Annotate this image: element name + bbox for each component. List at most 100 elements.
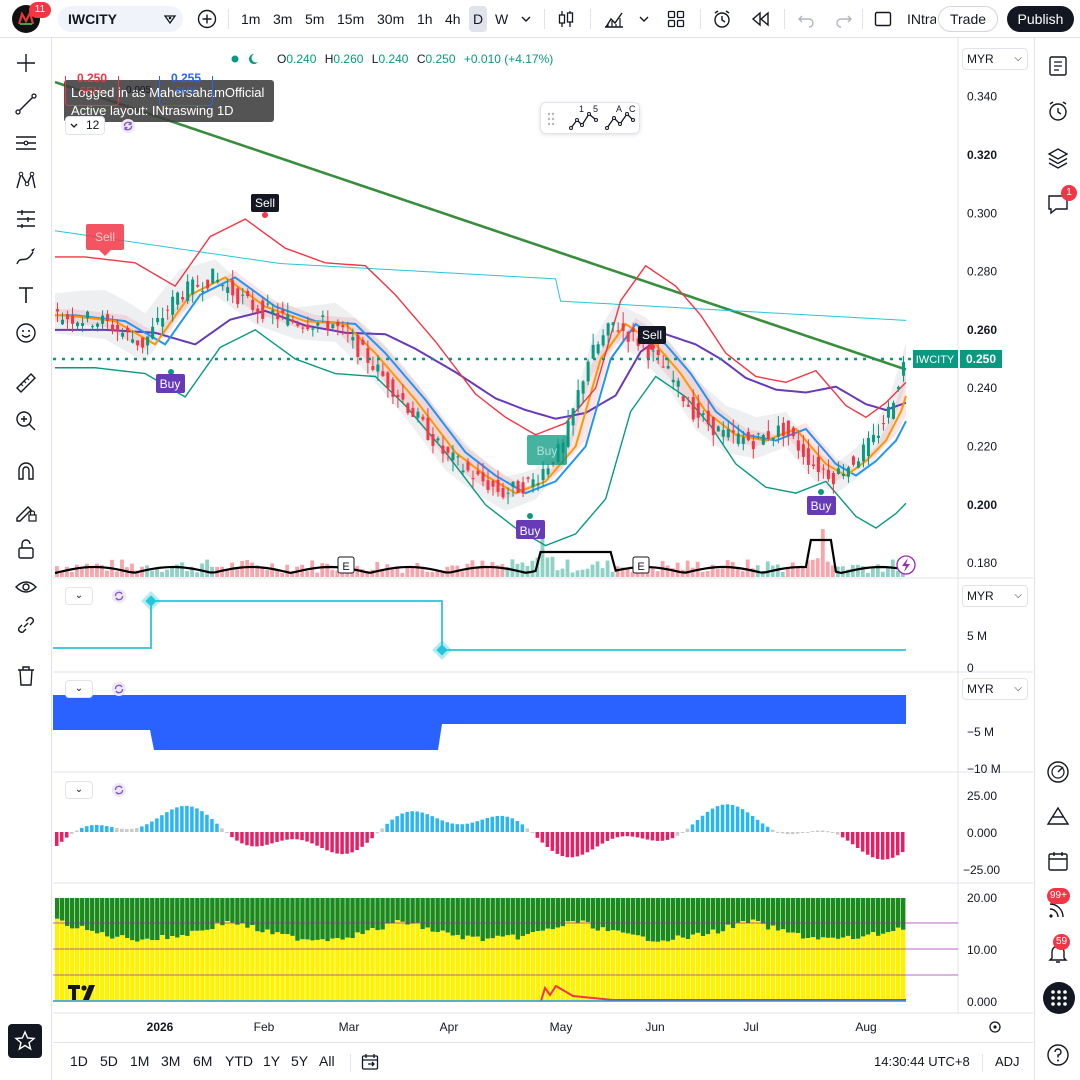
interval-counter[interactable]: 12: [65, 116, 105, 135]
layout-name[interactable]: INtra: [904, 6, 936, 32]
interval-1h[interactable]: 1h: [414, 6, 436, 32]
candle-body: [646, 347, 650, 359]
signal-buy-label: Buy: [160, 377, 181, 391]
horizontal-lines-tool[interactable]: [13, 130, 39, 156]
help-button[interactable]: [1045, 1042, 1071, 1068]
profile-bar-green: [805, 898, 811, 939]
chevron-down-icon[interactable]: [638, 13, 650, 25]
earnings-marker-2[interactable]: E: [632, 556, 650, 574]
apps-button[interactable]: [1043, 982, 1075, 1014]
interval-1m[interactable]: 1m: [238, 6, 263, 32]
pattern-tool[interactable]: [13, 168, 39, 194]
sell-button[interactable]: 0.250 SELL: [65, 72, 119, 106]
interval-d[interactable]: D: [469, 6, 487, 32]
compare-arrows-icon[interactable]: [162, 11, 178, 27]
interval-w[interactable]: W: [492, 6, 511, 32]
technicals-button[interactable]: [1045, 759, 1071, 785]
earnings-label: E: [342, 561, 349, 573]
loop-icon[interactable]: [120, 118, 136, 134]
pane3-collapse-button[interactable]: ⌄: [65, 680, 93, 698]
redo-button[interactable]: [832, 7, 856, 31]
brush-tool[interactable]: [13, 244, 39, 270]
pane2-collapse-button[interactable]: ⌄: [65, 587, 93, 605]
drag-handle-icon[interactable]: [547, 111, 555, 127]
add-symbol-button[interactable]: [195, 7, 219, 31]
stay-drawing-tool[interactable]: [13, 498, 39, 524]
currency-select-pane2[interactable]: MYR ⌵: [962, 585, 1028, 607]
loop-icon[interactable]: [111, 588, 127, 604]
chevron-down-icon[interactable]: [520, 13, 532, 25]
magnet-tool[interactable]: [13, 459, 39, 485]
clock[interactable]: 14:30:44 UTC+8: [874, 1054, 970, 1069]
candle-body: [86, 311, 90, 319]
calendar-button[interactable]: [1045, 848, 1071, 874]
flash-marker[interactable]: [896, 555, 916, 575]
lock-drawings-tool[interactable]: [13, 536, 39, 562]
earnings-marker-1[interactable]: E: [337, 556, 355, 574]
symbol-search[interactable]: IWCITY: [58, 6, 183, 32]
trade-button[interactable]: Trade: [938, 6, 998, 32]
interval-3m[interactable]: 3m: [270, 6, 295, 32]
elliott-wave-widget[interactable]: 1 5 A C: [540, 102, 640, 134]
profile-bar-green: [175, 898, 180, 938]
volume-bar: [460, 571, 465, 577]
histogram-bar: [860, 832, 865, 852]
loop-icon[interactable]: [111, 782, 127, 798]
range-1d[interactable]: 1D: [70, 1053, 88, 1069]
currency-select-pane3[interactable]: MYR ⌵: [962, 678, 1028, 700]
goto-date-icon[interactable]: [360, 1052, 380, 1072]
hide-drawings-tool[interactable]: [13, 574, 39, 600]
fullscreen-button[interactable]: [871, 7, 895, 31]
remove-drawings-tool[interactable]: [13, 663, 39, 689]
adjust-button[interactable]: ADJ: [995, 1054, 1020, 1069]
pane4-collapse-button[interactable]: ⌄: [65, 781, 93, 799]
zoom-tool[interactable]: [13, 408, 39, 434]
range-5y[interactable]: 5Y: [291, 1053, 308, 1069]
crosshair-tool[interactable]: [13, 50, 39, 76]
range-ytd[interactable]: YTD: [225, 1053, 253, 1069]
buy-button[interactable]: 0.255 BUY: [159, 72, 213, 106]
interval-5m[interactable]: 5m: [302, 6, 327, 32]
replay-button[interactable]: [748, 7, 772, 31]
measure-tool[interactable]: [13, 370, 39, 396]
favorites-button[interactable]: [8, 1024, 42, 1058]
loop-icon[interactable]: [111, 681, 127, 697]
candle-body: [316, 322, 320, 326]
volume-bar: [325, 563, 330, 577]
histogram-bar: [90, 825, 94, 832]
time-axis-settings[interactable]: [989, 1021, 1001, 1033]
chart-area[interactable]: Sell Sell Sell Buy Buy Buy Buy E E 0.340…: [53, 38, 1033, 1042]
range-1m[interactable]: 1M: [130, 1053, 149, 1069]
interval-15m[interactable]: 15m: [334, 6, 367, 32]
profile-bar-yellow: [690, 934, 696, 1001]
ideas-button[interactable]: [1045, 804, 1071, 830]
time-axis[interactable]: 2026 Feb Mar Apr May Jun Jul Aug: [147, 1020, 877, 1034]
interval-4h[interactable]: 4h: [442, 6, 464, 32]
forecasting-tool[interactable]: [13, 206, 39, 232]
undo-button[interactable]: [794, 7, 818, 31]
range-3m[interactable]: 3M: [161, 1053, 180, 1069]
alerts-panel-button[interactable]: [1045, 98, 1071, 124]
range-5d[interactable]: 5D: [100, 1053, 118, 1069]
range-6m[interactable]: 6M: [193, 1053, 212, 1069]
chart-canvas[interactable]: Sell Sell Sell Buy Buy Buy Buy E E 0.340…: [53, 38, 1033, 1042]
profile-bar-green: [360, 898, 365, 934]
price-axis[interactable]: 0.340 0.320 0.300 0.280 0.260 0.240 0.220 0.200…: [967, 90, 997, 570]
emoji-tool[interactable]: [13, 320, 39, 346]
indicators-button[interactable]: [602, 7, 626, 31]
candles-button[interactable]: [554, 7, 578, 31]
interval-30m[interactable]: 30m: [374, 6, 407, 32]
range-1y[interactable]: 1Y: [263, 1053, 280, 1069]
candle-body: [481, 472, 485, 482]
text-tool[interactable]: [13, 282, 39, 308]
market-status-icon[interactable]: [227, 52, 263, 66]
alert-button[interactable]: [710, 7, 734, 31]
layout-button[interactable]: [664, 7, 688, 31]
watchlist-button[interactable]: [1045, 53, 1071, 79]
object-tree-button[interactable]: [1045, 145, 1071, 171]
link-tool[interactable]: [13, 612, 39, 638]
range-all[interactable]: All: [319, 1053, 335, 1069]
publish-button[interactable]: Publish: [1007, 6, 1074, 32]
trend-line-tool[interactable]: [13, 91, 39, 117]
currency-select-main[interactable]: MYR ⌵: [962, 48, 1028, 70]
